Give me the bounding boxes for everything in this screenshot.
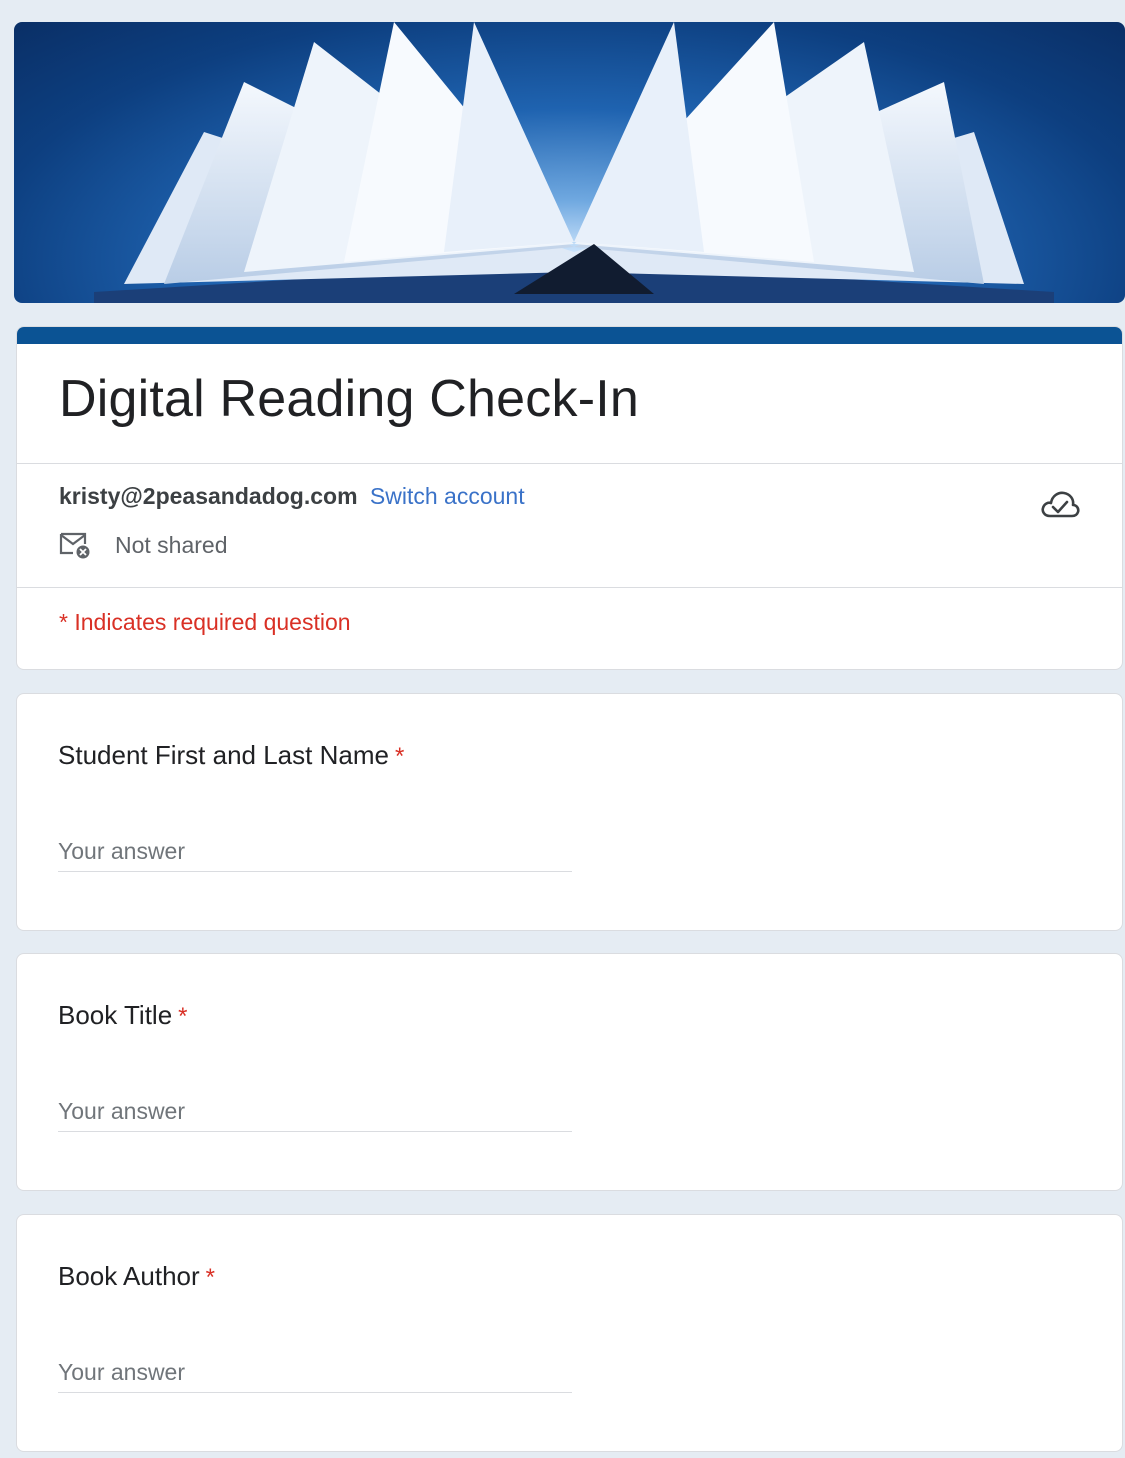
question-card: Student First and Last Name *	[16, 693, 1123, 931]
required-asterisk: *	[394, 743, 405, 770]
form-title-card: Digital Reading Check-In kristy@2peasand…	[16, 326, 1123, 670]
sharing-status-row: Not shared	[59, 531, 228, 559]
question-label: Book Author *	[58, 1261, 215, 1292]
sharing-status-text: Not shared	[115, 531, 228, 558]
question-label: Book Title *	[58, 1000, 188, 1031]
question-label-text: Book Author	[58, 1261, 200, 1291]
question-card: Book Author *	[16, 1214, 1123, 1452]
switch-account-link[interactable]: Switch account	[370, 483, 525, 509]
required-question-note: * Indicates required question	[59, 609, 351, 635]
cloud-check-icon[interactable]	[1040, 487, 1080, 521]
account-email: kristy@2peasandadog.com	[59, 483, 358, 509]
question-label: Student First and Last Name *	[58, 740, 404, 771]
account-row: kristy@2peasandadog.com Switch account	[59, 483, 525, 510]
question-label-text: Book Title	[58, 1000, 173, 1030]
mail-not-shared-icon	[59, 532, 90, 559]
title-card-accent-bar	[17, 327, 1122, 344]
book-author-input[interactable]	[58, 1345, 572, 1393]
form-header-image	[14, 22, 1125, 303]
book-title-input[interactable]	[58, 1084, 572, 1132]
title-divider	[17, 463, 1122, 464]
form-title: Digital Reading Check-In	[59, 370, 639, 428]
account-divider	[17, 587, 1122, 588]
required-asterisk: *	[205, 1264, 215, 1291]
open-book-illustration	[94, 22, 1054, 303]
question-label-text: Student First and Last Name	[58, 740, 389, 770]
question-card: Book Title *	[16, 953, 1123, 1191]
required-asterisk: *	[178, 1003, 188, 1030]
student-name-input[interactable]	[58, 824, 572, 872]
